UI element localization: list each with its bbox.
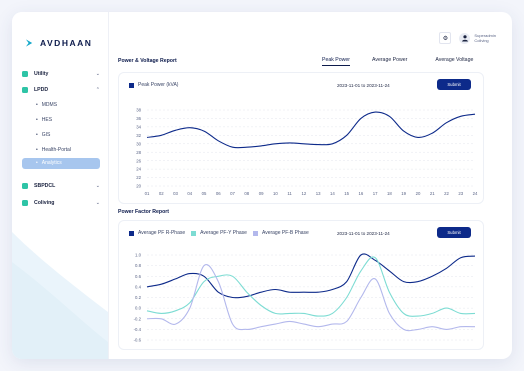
pf-report-title: Power Factor Report	[118, 209, 170, 215]
chevron-down-icon: ⌄	[95, 200, 100, 206]
y-tick-label: 26	[136, 158, 141, 163]
x-tick-label: 24	[473, 191, 478, 196]
y-tick-label: 1.0	[135, 253, 142, 258]
sidebar-subitem-mdms[interactable]: MDMS	[36, 102, 57, 108]
brand-logo[interactable]: AVDHAAN	[25, 38, 92, 48]
utility-icon	[22, 71, 28, 77]
settings-button[interactable]: ⚙	[439, 32, 452, 44]
x-tick-label: 03	[173, 191, 178, 196]
sidebar-item-label: Utility	[34, 71, 49, 77]
x-tick-label: 23	[458, 191, 463, 196]
tab-average-voltage[interactable]: Average Voltage	[435, 57, 473, 66]
x-tick-label: 17	[373, 191, 378, 196]
x-tick-label: 08	[244, 191, 249, 196]
lpdd-icon	[22, 87, 28, 93]
series-line	[146, 111, 476, 149]
x-tick-label: 05	[202, 191, 207, 196]
y-tick-label: 22	[136, 175, 141, 180]
x-tick-label: 13	[316, 191, 321, 196]
x-tick-label: 16	[359, 191, 364, 196]
gear-icon: ⚙	[442, 35, 449, 42]
user-menu[interactable]: Superadmin Coliving	[459, 32, 496, 44]
user-info: Superadmin Coliving	[474, 33, 496, 43]
sidebar: AVDHAAN Utility ⌄ LPDD ⌃ MDMS HES GIS He…	[12, 12, 109, 359]
sbpdcl-icon	[22, 183, 28, 189]
sidebar-subitem-hes[interactable]: HES	[36, 117, 52, 123]
sidebar-subitem-health-portal[interactable]: Health-Portal	[36, 147, 71, 153]
sidebar-item-label: SBPDCL	[34, 183, 56, 189]
x-tick-label: 12	[301, 191, 306, 196]
y-tick-label: 0.4	[135, 284, 142, 289]
x-tick-label: 20	[416, 191, 421, 196]
chevron-up-icon: ⌃	[95, 87, 100, 93]
pf-chart-panel: Average PF R-Phase Average PF-Y Phase Av…	[118, 220, 484, 350]
tab-average-power[interactable]: Average Power	[372, 57, 407, 66]
user-icon	[461, 35, 468, 42]
y-tick-label: -0.6	[134, 338, 142, 343]
power-chart-panel: Peak Power (kVA) 2023-11-01 to 2023-11-2…	[118, 72, 484, 204]
y-tick-label: 36	[136, 116, 141, 121]
logo-icon	[25, 39, 33, 47]
y-tick-label: 34	[136, 124, 141, 129]
x-tick-label: 04	[187, 191, 192, 196]
power-report-title: Power & Voltage Report	[118, 58, 177, 64]
y-tick-label: -0.2	[134, 316, 142, 321]
y-tick-label: 32	[136, 133, 141, 138]
pf-chart: -0.6 -0.4 -0.2 0.0 0.2 0.4 0.6 0.8 1.0	[134, 253, 476, 343]
y-tick-label: 38	[136, 108, 141, 113]
power-chart: 20 22 24 26 28 30 32 34 36 38 01 02 03 04 05 06 07 08 09 10…	[136, 108, 478, 196]
y-tick-label: 24	[136, 167, 141, 172]
x-tick-label: 09	[259, 191, 264, 196]
x-tick-label: 18	[387, 191, 392, 196]
x-tick-label: 22	[444, 191, 449, 196]
x-tick-label: 11	[287, 191, 292, 196]
y-tick-label: 0.8	[135, 263, 142, 268]
y-tick-label: 30	[136, 141, 141, 146]
sidebar-item-utility[interactable]: Utility ⌄	[22, 68, 100, 80]
x-tick-label: 10	[273, 191, 278, 196]
y-tick-label: 0.0	[135, 306, 142, 311]
x-tick-label: 07	[230, 191, 235, 196]
user-org: Coliving	[474, 38, 489, 43]
topbar: ⚙ Superadmin Coliving	[439, 32, 496, 44]
series-line	[146, 253, 476, 299]
brand-name: AVDHAAN	[40, 38, 93, 48]
y-tick-label: -0.4	[134, 327, 142, 332]
chevron-down-icon: ⌄	[95, 183, 100, 189]
sidebar-item-label: LPDD	[34, 87, 49, 93]
x-tick-label: 02	[159, 191, 164, 196]
y-tick-label: 0.6	[135, 274, 142, 279]
coliving-icon	[22, 200, 28, 206]
tab-peak-power[interactable]: Peak Power	[322, 57, 350, 66]
power-report-tabs: Peak Power Average Power Average Voltage	[322, 57, 473, 66]
sidebar-item-lpdd[interactable]: LPDD ⌃	[22, 84, 100, 96]
x-tick-label: 14	[330, 191, 335, 196]
y-tick-label: 28	[136, 150, 141, 155]
dashboard-card: AVDHAAN Utility ⌄ LPDD ⌃ MDMS HES GIS He…	[12, 12, 512, 359]
sidebar-subitem-analytics[interactable]: Analytics	[22, 158, 100, 169]
sidebar-item-label: Coliving	[34, 200, 55, 206]
x-tick-label: 19	[401, 191, 406, 196]
sidebar-subitem-gis[interactable]: GIS	[36, 132, 51, 138]
x-tick-label: 06	[216, 191, 221, 196]
sidebar-item-coliving[interactable]: Coliving ⌄	[22, 197, 100, 209]
y-tick-label: 20	[136, 184, 141, 189]
x-tick-label: 21	[430, 191, 435, 196]
y-tick-label: 0.2	[135, 295, 142, 300]
x-tick-label: 15	[344, 191, 349, 196]
x-tick-label: 01	[145, 191, 150, 196]
avatar	[459, 32, 471, 44]
sidebar-item-sbpdcl[interactable]: SBPDCL ⌄	[22, 180, 100, 192]
chevron-down-icon: ⌄	[95, 71, 100, 77]
